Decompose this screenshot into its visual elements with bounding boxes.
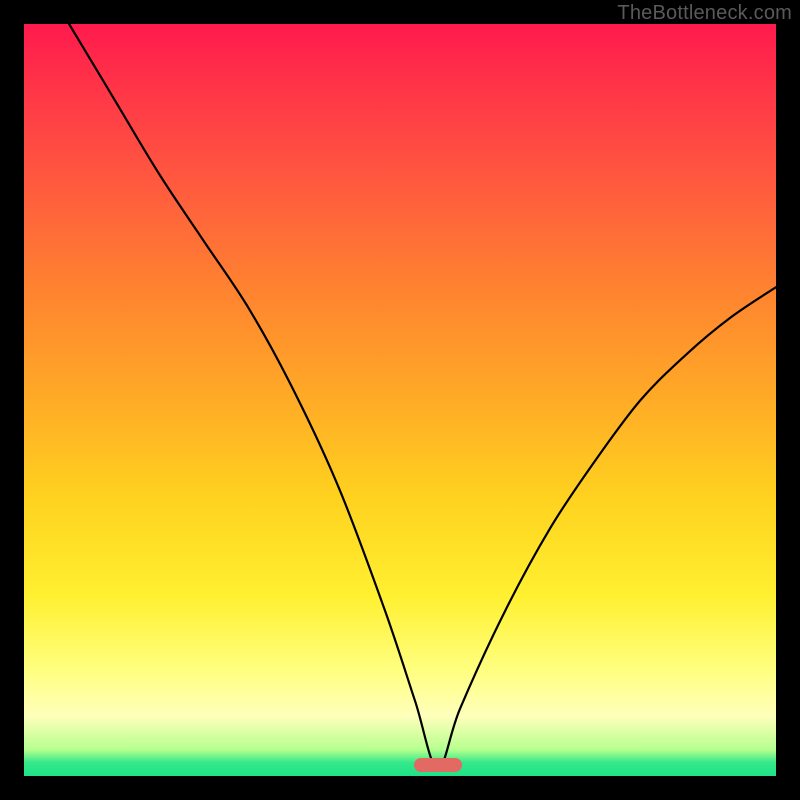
chart-frame [24,24,776,776]
watermark-text: TheBottleneck.com [617,2,792,25]
minimum-marker [414,758,462,772]
background-gradient [24,24,776,776]
plot-area [24,24,776,776]
